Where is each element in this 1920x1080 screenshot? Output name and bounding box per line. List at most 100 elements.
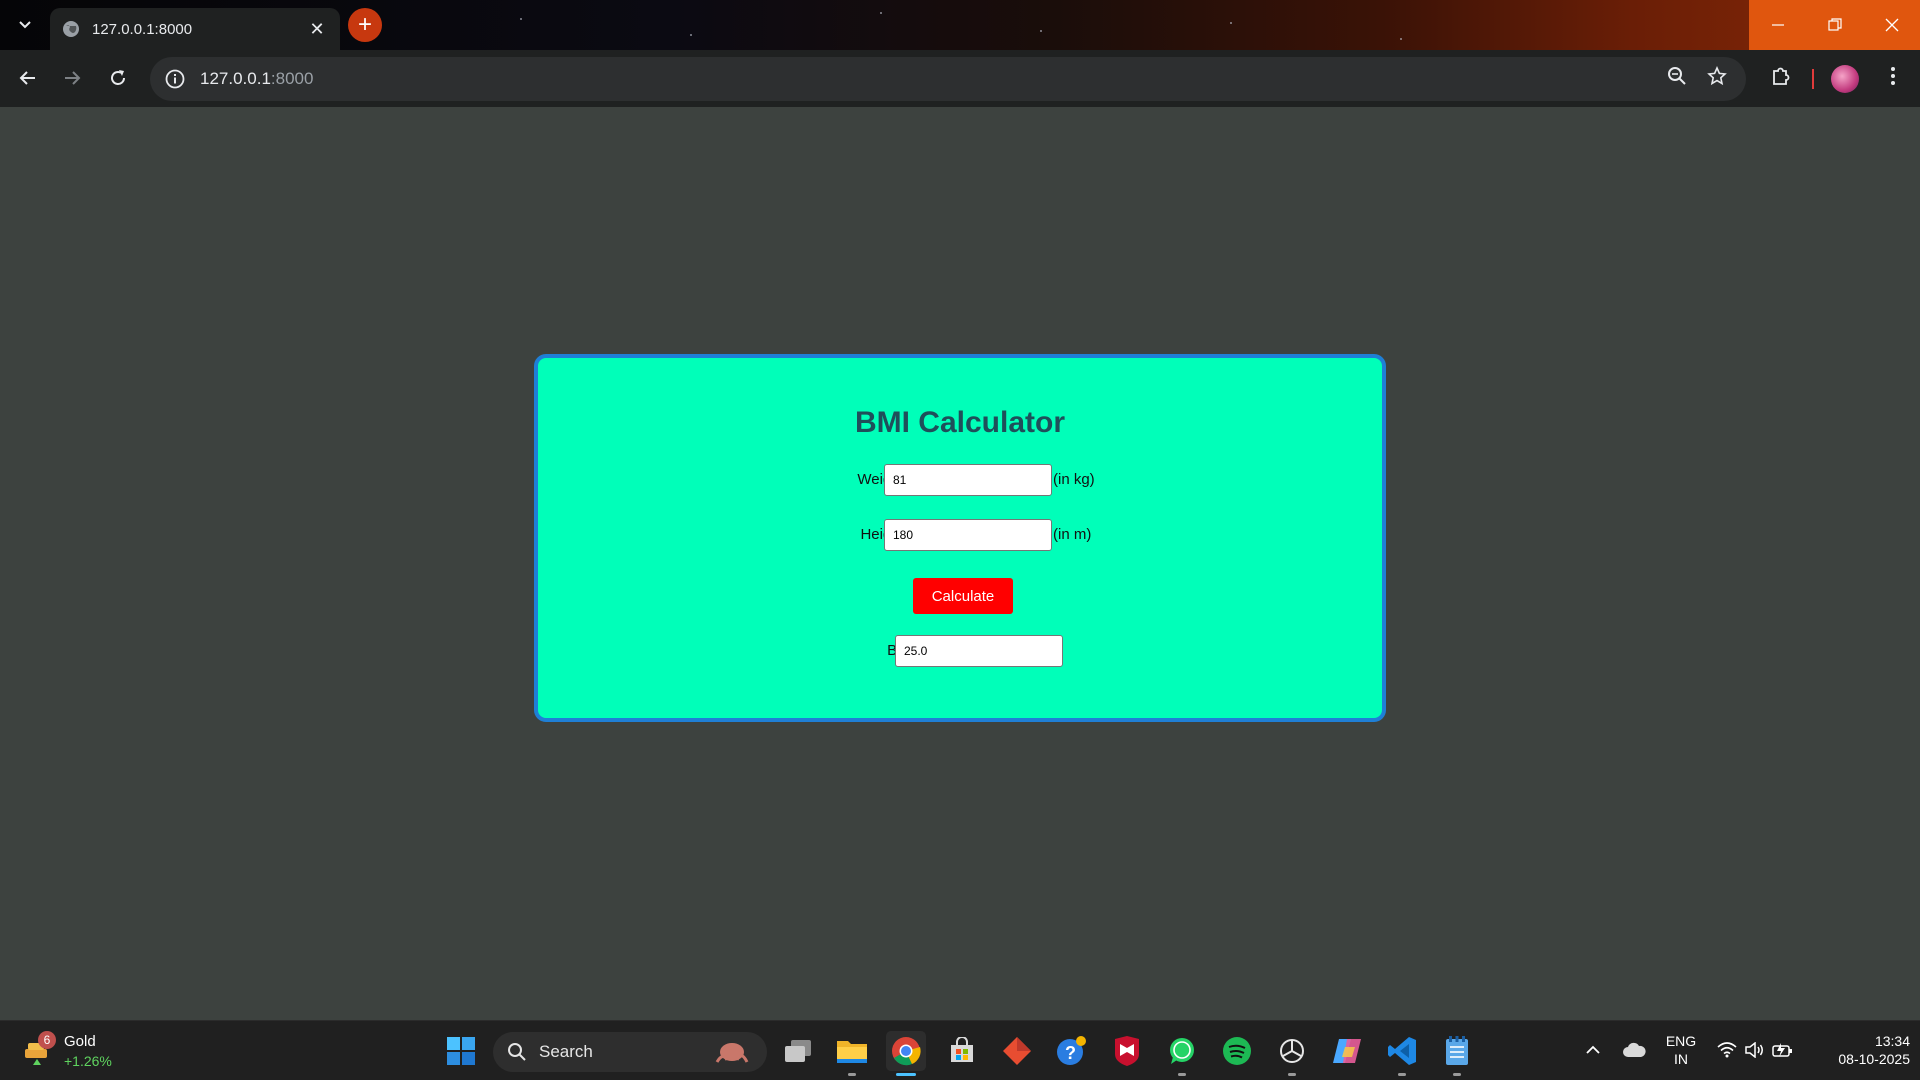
star-decoration: [520, 18, 522, 20]
task-view-icon: [785, 1040, 811, 1062]
copilot-button[interactable]: [1327, 1031, 1367, 1071]
windows-taskbar: 6 Gold +1.26% Search ? ENG IN 13:34 08-1…: [0, 1020, 1920, 1080]
bmi-row: BMI:: [538, 635, 1382, 667]
chrome-button[interactable]: [886, 1031, 926, 1071]
network-button[interactable]: [1716, 1039, 1738, 1061]
reload-button[interactable]: [104, 64, 132, 92]
spotify-icon: [1223, 1037, 1251, 1065]
help-button[interactable]: ?: [1052, 1031, 1092, 1071]
zoom-button[interactable]: [1663, 62, 1691, 90]
restore-button[interactable]: [1806, 0, 1863, 50]
vscode-icon: [1388, 1037, 1416, 1065]
star-decoration: [690, 34, 692, 36]
tab-search-button[interactable]: [12, 12, 38, 38]
new-tab-button[interactable]: +: [348, 8, 382, 42]
chrome-icon: [892, 1037, 921, 1066]
start-button[interactable]: [441, 1031, 481, 1071]
bmi-output[interactable]: [895, 635, 1063, 667]
widget-title: Gold: [64, 1033, 96, 1050]
clock[interactable]: 13:34 08-10-2025: [1812, 1032, 1910, 1068]
vscode-button[interactable]: [1382, 1031, 1422, 1071]
search-label: Search: [539, 1042, 593, 1061]
battery-charging-icon: [1772, 1043, 1792, 1057]
restore-icon: [1827, 18, 1842, 31]
profile-avatar[interactable]: [1831, 65, 1859, 93]
region-code: IN: [1674, 1051, 1688, 1067]
search-icon: [508, 1043, 526, 1061]
minimize-icon: [1771, 24, 1784, 26]
bookmark-button[interactable]: [1703, 62, 1731, 90]
calculate-button[interactable]: Calculate: [913, 578, 1013, 614]
globe-icon: [63, 21, 79, 37]
running-indicator: [1398, 1073, 1406, 1076]
microsoft-store-icon: [951, 1037, 973, 1062]
weight-row: Weight: (in kg): [538, 464, 1382, 496]
help-icon: ?: [1057, 1036, 1086, 1065]
url-host: 127.0.0.1: [200, 69, 271, 88]
height-unit: (in m): [1053, 526, 1092, 543]
browser-titlebar: 127.0.0.1:8000 ✕ +: [0, 0, 1920, 50]
chevron-down-icon: [19, 21, 31, 29]
running-indicator: [1453, 1073, 1461, 1076]
volume-button[interactable]: [1744, 1039, 1766, 1061]
git-icon: [1003, 1037, 1031, 1065]
show-hidden-icons-button[interactable]: [1582, 1039, 1604, 1061]
onedrive-button[interactable]: [1621, 1039, 1647, 1061]
bmi-card: BMI Calculator Weight: (in kg) Height: (…: [534, 354, 1386, 722]
url-port: :8000: [270, 69, 314, 88]
minimize-button[interactable]: [1749, 0, 1806, 50]
extensions-button[interactable]: [1767, 62, 1795, 90]
notification-badge: 6: [38, 1031, 56, 1049]
arrow-left-icon: [19, 71, 35, 85]
notepad-icon: [1446, 1036, 1468, 1065]
toolbar-divider: [1812, 69, 1814, 89]
file-explorer-icon: [837, 1041, 867, 1063]
running-indicator: [1178, 1073, 1186, 1076]
task-view-button[interactable]: [778, 1031, 818, 1071]
language-indicator[interactable]: ENG IN: [1660, 1032, 1702, 1068]
zoom-out-icon: [1668, 67, 1686, 85]
info-icon[interactable]: [164, 68, 186, 90]
file-explorer-button[interactable]: [832, 1031, 872, 1071]
weather-widget[interactable]: 6 Gold +1.26%: [22, 1031, 132, 1071]
language-code: ENG: [1665, 1033, 1697, 1049]
height-input[interactable]: [884, 519, 1052, 551]
chatgpt-button[interactable]: [1272, 1031, 1312, 1071]
forward-button[interactable]: [58, 64, 86, 92]
chrome-menu-button[interactable]: [1879, 62, 1907, 90]
star-icon: [1707, 66, 1727, 86]
whatsapp-icon: [1170, 1038, 1194, 1064]
reload-icon: [111, 70, 125, 85]
close-window-button[interactable]: [1863, 0, 1920, 50]
tab-active[interactable]: 127.0.0.1:8000 ✕: [50, 8, 340, 50]
weight-input[interactable]: [884, 464, 1052, 496]
whatsapp-button[interactable]: [1162, 1031, 1202, 1071]
back-button[interactable]: [14, 64, 42, 92]
search-highlight-icon: [715, 1043, 749, 1063]
widget-change: +1.26%: [64, 1053, 112, 1069]
mcafee-button[interactable]: [1107, 1031, 1147, 1071]
store-button[interactable]: [942, 1031, 982, 1071]
running-indicator: [848, 1073, 856, 1076]
wifi-icon: [1717, 1042, 1737, 1058]
notepad-button[interactable]: [1437, 1031, 1477, 1071]
battery-button[interactable]: [1772, 1039, 1794, 1061]
more-vertical-icon: [1891, 67, 1895, 85]
weight-unit: (in kg): [1053, 471, 1095, 488]
arrow-right-icon: [65, 71, 81, 85]
speaker-icon: [1745, 1042, 1763, 1058]
taskbar-search[interactable]: Search: [493, 1032, 767, 1072]
spotify-button[interactable]: [1217, 1031, 1257, 1071]
height-row: Height: (in m): [538, 519, 1382, 551]
star-decoration: [880, 12, 882, 14]
running-indicator: [1288, 1073, 1296, 1076]
tab-title: 127.0.0.1:8000: [92, 20, 193, 38]
chevron-up-icon: [1586, 1045, 1600, 1054]
star-decoration: [1400, 38, 1402, 40]
active-indicator: [896, 1073, 916, 1076]
tab-close-icon[interactable]: ✕: [306, 19, 328, 40]
mcafee-icon: [1115, 1036, 1139, 1066]
puzzle-icon: [1773, 67, 1790, 85]
address-bar[interactable]: 127.0.0.1:8000: [150, 57, 1746, 101]
git-button[interactable]: [997, 1031, 1037, 1071]
